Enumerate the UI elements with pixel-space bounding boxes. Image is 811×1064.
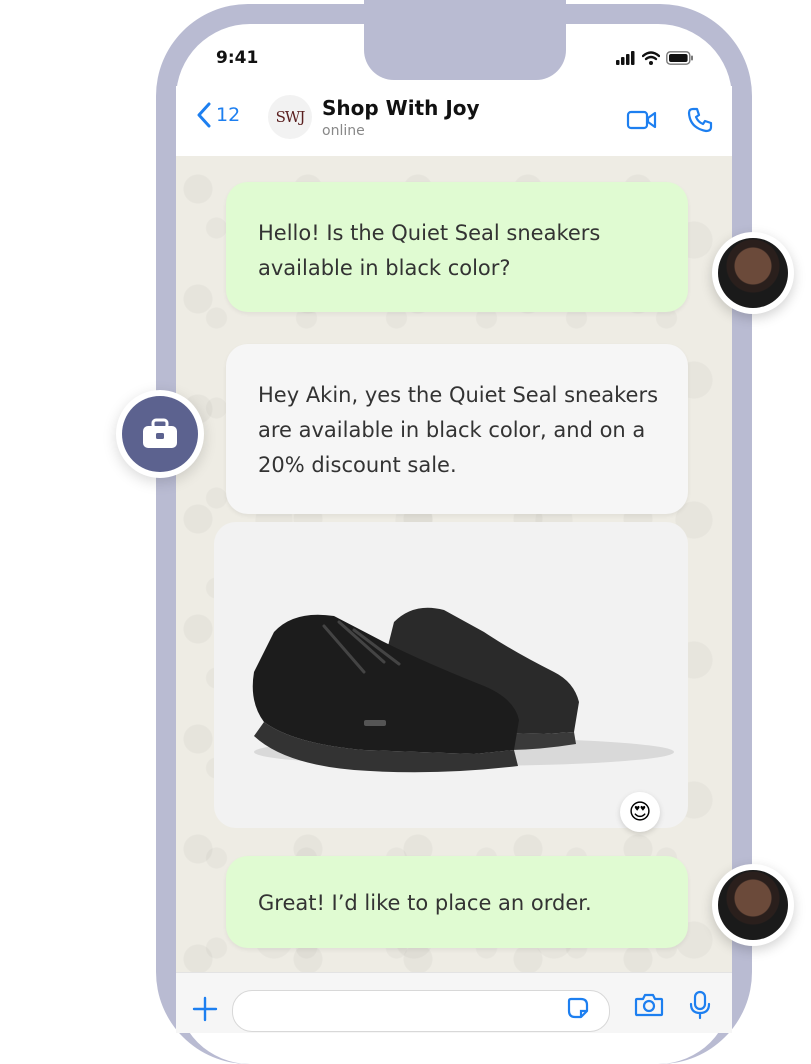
customer-avatar	[712, 232, 794, 314]
message-text: Hello! Is the Quiet Seal sneakers availa…	[258, 221, 601, 280]
chat-title[interactable]: Shop With Joy	[322, 96, 480, 120]
sticker-icon[interactable]	[566, 996, 590, 1020]
message-text: Great! I’d like to place an order.	[258, 891, 592, 915]
message-bubble-incoming: Hey Akin, yes the Quiet Seal sneakers ar…	[226, 344, 688, 514]
message-bubble-outgoing: Hello! Is the Quiet Seal sneakers availa…	[226, 182, 688, 312]
phone-notch	[364, 0, 566, 80]
message-text: Hey Akin, yes the Quiet Seal sneakers ar…	[258, 383, 659, 477]
plus-icon[interactable]	[192, 996, 218, 1022]
back-count: 12	[216, 104, 241, 126]
customer-photo	[718, 238, 788, 308]
signal-icon	[616, 51, 635, 65]
status-icons	[616, 50, 694, 66]
shop-logo-avatar[interactable]: SWJ	[268, 95, 312, 139]
chevron-left-icon	[197, 102, 211, 128]
phone-call-icon[interactable]	[686, 106, 714, 134]
briefcase-icon	[143, 418, 177, 448]
message-bubble-outgoing: Great! I’d like to place an order.	[226, 856, 688, 948]
message-input[interactable]	[232, 990, 610, 1032]
reaction-emoji: 😍	[628, 799, 652, 825]
wifi-icon	[642, 51, 660, 65]
customer-avatar	[712, 864, 794, 946]
shop-logo-text: SWJ	[275, 108, 306, 126]
battery-icon	[666, 51, 693, 65]
video-call-icon[interactable]	[626, 108, 658, 132]
chat-subtitle: online	[322, 123, 365, 139]
status-time: 9:41	[216, 48, 259, 68]
camera-icon[interactable]	[634, 992, 664, 1018]
reaction-badge[interactable]: 😍	[620, 792, 660, 832]
sneakers-image	[252, 607, 674, 773]
microphone-icon[interactable]	[688, 990, 712, 1020]
customer-photo	[718, 870, 788, 940]
back-button[interactable]: 12	[196, 102, 240, 128]
business-avatar	[116, 390, 204, 478]
product-image-message[interactable]	[214, 522, 688, 828]
